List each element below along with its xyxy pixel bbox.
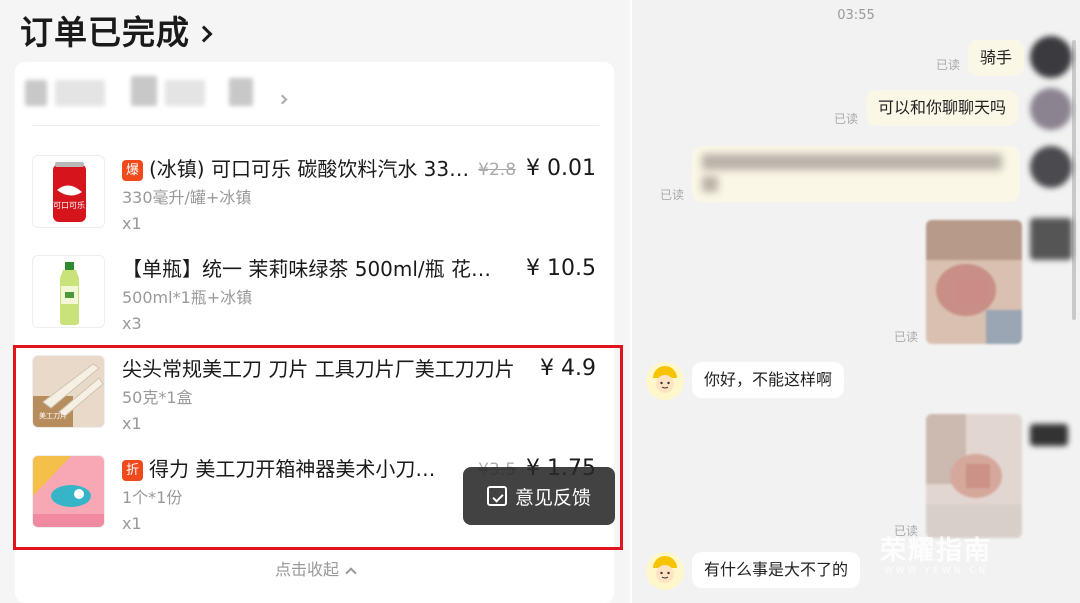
user-avatar — [1030, 36, 1072, 78]
chevron-right-icon — [195, 25, 213, 43]
feedback-button[interactable]: 意见反馈 — [463, 467, 615, 525]
user-avatar — [1030, 88, 1072, 130]
item-info: 爆 (冰镇) 可口可乐 碳酸饮料汽水 330毫升/罐 330毫升/罐+冰镇 x1 — [122, 155, 532, 235]
collapse-label: 点击收起 — [274, 560, 339, 579]
chat-panel: 03:55 已读 骑手 已读 可以和你聊聊天吗 已读 已读 你好，不能这样啊 已… — [632, 0, 1080, 603]
read-receipt: 已读 — [936, 58, 961, 72]
item-info: 【单瓶】统一 茉莉味绿茶 500ml/瓶 花茶饮料 500ml*1瓶+冰镇 x3 — [122, 255, 532, 335]
order-item[interactable]: 可口可乐 爆 (冰镇) 可口可乐 碳酸饮料汽水 330毫升/罐 330毫升/罐+冰… — [32, 155, 612, 245]
watermark-logo: 荣耀指南 — [880, 536, 993, 566]
user-avatar — [1030, 218, 1072, 260]
outgoing-message[interactable]: 骑手 — [968, 40, 1025, 76]
current-price: ¥ 0.01 — [526, 156, 596, 181]
read-receipt: 已读 — [834, 112, 859, 126]
item-price: ¥2.8 ¥ 0.01 — [478, 155, 596, 184]
read-receipt: 已读 — [894, 330, 919, 344]
user-avatar — [1030, 424, 1068, 446]
chevron-up-icon — [345, 567, 357, 579]
item-qty: x3 — [122, 314, 142, 333]
order-panel: 订单已完成 可口可乐 爆 (冰镇) 可口可乐 碳酸饮料汽水 330毫升/罐 330… — [0, 0, 630, 603]
current-price: ¥ 10.5 — [526, 256, 596, 281]
outgoing-message[interactable]: 可以和你聊聊天吗 — [866, 90, 1019, 126]
collapse-button[interactable]: 点击收起 — [0, 556, 630, 580]
svg-text:可口可乐: 可口可乐 — [53, 200, 85, 210]
incoming-message[interactable]: 有什么事是大不了的 — [692, 552, 861, 588]
incoming-message[interactable]: 你好，不能这样啊 — [692, 362, 845, 398]
order-item[interactable]: 【单瓶】统一 茉莉味绿茶 500ml/瓶 花茶饮料 500ml*1瓶+冰镇 x3… — [32, 255, 612, 345]
redacted-text — [702, 154, 1002, 170]
store-name-blurred — [229, 78, 253, 106]
item-spec: 330毫升/罐+冰镇 — [122, 188, 252, 207]
chevron-right-icon — [277, 94, 288, 105]
item-qty: x1 — [122, 214, 142, 233]
outgoing-photo-blurred[interactable] — [926, 220, 1022, 344]
original-price: ¥2.8 — [478, 160, 517, 180]
store-logo-blurred — [25, 80, 47, 106]
store-name-blurred — [165, 80, 205, 106]
feedback-label: 意见反馈 — [514, 486, 591, 509]
store-name-blurred — [55, 80, 105, 106]
rider-avatar[interactable] — [646, 552, 684, 590]
store-name-blurred — [131, 76, 157, 106]
divider — [33, 125, 599, 126]
item-spec: 500ml*1瓶+冰镇 — [122, 288, 253, 307]
store-row-blurred[interactable] — [25, 72, 425, 106]
rider-avatar[interactable] — [646, 362, 684, 400]
scrollbar[interactable] — [1072, 40, 1076, 320]
edit-feedback-icon — [486, 486, 507, 506]
item-name: 爆 (冰镇) 可口可乐 碳酸饮料汽水 330毫升/罐 — [122, 155, 472, 183]
item-name: 【单瓶】统一 茉莉味绿茶 500ml/瓶 花茶饮料 — [122, 257, 507, 281]
redacted-text — [702, 176, 718, 192]
item-name-text: (冰镇) 可口可乐 碳酸饮料汽水 330毫升/罐 — [149, 157, 472, 181]
user-avatar — [1030, 146, 1072, 188]
hot-tag-badge: 爆 — [122, 160, 143, 181]
chat-timestamp: 03:55 — [837, 8, 875, 23]
product-image-coke: 可口可乐 — [32, 155, 105, 228]
read-receipt: 已读 — [660, 188, 685, 202]
watermark-url: WWW.YEWN.CN — [884, 566, 989, 576]
outgoing-photo-blurred[interactable] — [926, 414, 1022, 538]
order-status-text: 订单已完成 — [20, 13, 190, 52]
order-status-title[interactable]: 订单已完成 — [20, 6, 213, 54]
outgoing-message-redacted[interactable] — [692, 146, 1020, 202]
product-image-green-tea — [32, 255, 105, 328]
item-price: ¥ 10.5 — [526, 255, 596, 283]
